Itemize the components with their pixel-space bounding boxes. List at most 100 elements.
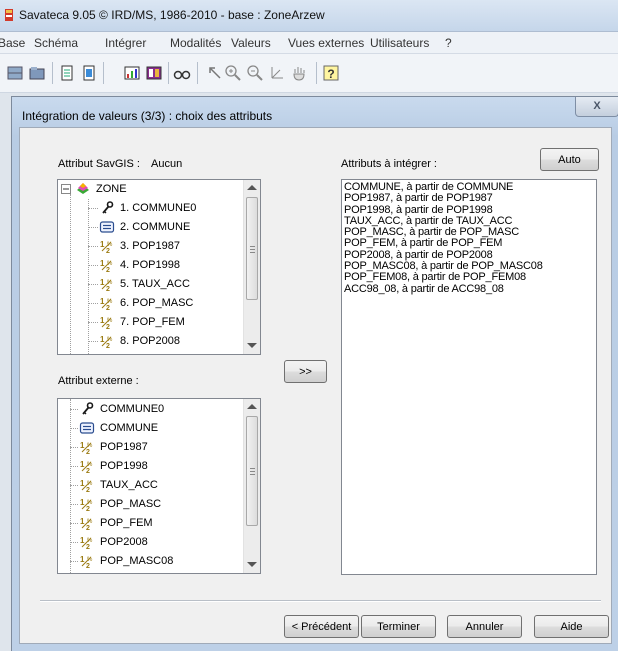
tree-item[interactable]: 2. COMMUNE: [99, 218, 190, 237]
tool-glasses-icon[interactable]: [173, 64, 191, 82]
integration-dialog: Intégration de valeurs (3/3) : choix des…: [11, 96, 618, 651]
svg-text:1: 1: [80, 460, 85, 469]
savgis-attribute-tree[interactable]: ZONE 1. COMMUNE0 2. COMMUNE 1% 2 3. POP1987 1…: [57, 179, 261, 355]
number-icon: 1%2: [100, 316, 113, 330]
svg-text:1: 1: [80, 441, 85, 450]
integrate-list-item[interactable]: ACC98_08, à partir de ACC98_08: [344, 283, 596, 295]
tool-folder-icon[interactable]: [28, 64, 46, 82]
svg-text:2: 2: [106, 343, 110, 349]
scroll-thumb[interactable]: [246, 197, 258, 300]
menu-utilisateurs[interactable]: Utilisateurs: [370, 36, 429, 50]
external-list-item[interactable]: 1% 2 POP_MASC08: [79, 552, 173, 571]
tree-scrollbar[interactable]: [243, 180, 260, 354]
help-button[interactable]: Aide: [534, 615, 609, 638]
external-list-item[interactable]: 1% 2 POP_MASC: [79, 495, 161, 514]
tool-chart-icon[interactable]: [123, 64, 141, 82]
number-icon: 1%2: [80, 479, 93, 493]
svg-text:1: 1: [100, 335, 105, 344]
svg-text:1: 1: [80, 555, 85, 564]
integrate-attributes-list[interactable]: COMMUNE, à partir de COMMUNE POP1987, à p…: [341, 179, 597, 575]
tree-item-label: 9. POP_MASC08: [120, 354, 206, 355]
auto-button[interactable]: Auto: [540, 148, 599, 171]
number-icon: 1%2: [100, 297, 113, 311]
scroll-down-icon[interactable]: [247, 562, 257, 567]
external-list-item[interactable]: 1% 2 POP1998: [79, 457, 148, 476]
tree-item[interactable]: 1% 2 8. POP2008: [99, 332, 180, 351]
tool-doc-icon[interactable]: [58, 64, 76, 82]
dialog-close-button[interactable]: X: [575, 97, 618, 117]
number-icon: 1%2: [80, 536, 93, 550]
tool-hand-icon[interactable]: [290, 64, 308, 82]
integrate-list-item[interactable]: POP1987, à partir de POP1987: [344, 192, 596, 204]
external-list-item[interactable]: 1% 2 POP1987: [79, 438, 148, 457]
key-icon: [102, 201, 114, 214]
menu-integrer[interactable]: Intégrer: [105, 36, 146, 50]
add-button[interactable]: >>: [284, 360, 327, 383]
number-icon: 1%2: [100, 259, 113, 273]
external-list-item[interactable]: 1% 2 POP_FEM: [79, 514, 153, 533]
external-item-label: POP2008: [100, 536, 148, 548]
footer-separator: [40, 600, 601, 602]
tool-help-icon[interactable]: ?: [322, 64, 340, 82]
scroll-down-icon[interactable]: [247, 343, 257, 348]
external-list-item[interactable]: COMMUNE0: [79, 400, 164, 419]
tool-table-icon[interactable]: [145, 64, 163, 82]
number-icon: 1%2: [99, 352, 115, 355]
number-icon: 1%2: [100, 278, 113, 292]
dialog-title: Intégration de valeurs (3/3) : choix des…: [22, 109, 273, 123]
tree-item[interactable]: 1%2 9. POP_MASC08: [99, 351, 206, 355]
external-list-item[interactable]: 1% 2 TAUX_ACC: [79, 476, 158, 495]
svg-text:1: 1: [80, 479, 85, 488]
tree-item[interactable]: 1% 2 6. POP_MASC: [99, 294, 193, 313]
tree-root-zone[interactable]: ZONE: [75, 180, 127, 199]
tree-item[interactable]: 1% 2 4. POP1998: [99, 256, 180, 275]
menu-help[interactable]: ?: [445, 36, 452, 50]
integrate-list-item[interactable]: POP_FEM08, à partir de POP_FEM08: [344, 272, 596, 284]
tool-grid-icon[interactable]: [6, 64, 24, 82]
cancel-button[interactable]: Annuler: [447, 615, 522, 638]
tree-item[interactable]: 1% 2 7. POP_FEM: [99, 313, 185, 332]
previous-button[interactable]: < Précédent: [284, 615, 359, 638]
external-list-item[interactable]: COMMUNE: [79, 419, 158, 438]
svg-text:1: 1: [80, 517, 85, 526]
tree-root-label: ZONE: [96, 183, 127, 195]
tree-item-label: 4. POP1998: [120, 259, 180, 271]
dialog-client-area: Attribut SavGIS : Aucun ZONE 1. COMMUNE0…: [19, 127, 612, 644]
external-item-label: POP_FEM: [100, 517, 153, 529]
tool-doc-list-icon[interactable]: [80, 64, 98, 82]
menu-schema[interactable]: Schéma: [34, 36, 78, 50]
collapse-toggle-icon[interactable]: [61, 184, 71, 194]
svg-text:2: 2: [86, 525, 90, 531]
menu-valeurs[interactable]: Valeurs: [231, 36, 271, 50]
tool-zoom-out-icon[interactable]: [246, 64, 264, 82]
tool-pointer-icon[interactable]: [206, 64, 224, 82]
tree-item[interactable]: 1% 2 5. TAUX_ACC: [99, 275, 190, 294]
scroll-up-icon[interactable]: [247, 185, 257, 190]
tool-axis-icon[interactable]: [268, 64, 286, 82]
external-item-label: TAUX_ACC: [100, 479, 158, 491]
svg-text:2: 2: [106, 324, 110, 330]
external-list-scrollbar[interactable]: [243, 399, 260, 573]
tree-item[interactable]: 1% 2 3. POP1987: [99, 237, 180, 256]
number-icon: 1%2: [80, 441, 93, 455]
tool-zoom-in-icon[interactable]: [224, 64, 242, 82]
tree-item-label: 6. POP_MASC: [120, 297, 194, 309]
svg-text:1: 1: [100, 259, 105, 268]
number-icon: 1%2: [80, 517, 93, 531]
tree-item-label: 1. COMMUNE0: [120, 202, 197, 214]
finish-button[interactable]: Terminer: [361, 615, 436, 638]
toolbar: ?: [0, 54, 618, 93]
external-attribute-label: Attribut externe :: [58, 375, 139, 387]
menu-vues-externes[interactable]: Vues externes: [288, 36, 364, 50]
svg-text:1: 1: [100, 278, 105, 287]
menu-modalites[interactable]: Modalités: [170, 36, 221, 50]
svg-text:2: 2: [86, 449, 90, 455]
external-attribute-list[interactable]: COMMUNE0 COMMUNE 1% 2 POP1987 1% 2 POP1998 1% 2 TA…: [57, 398, 261, 574]
menu-base[interactable]: Base: [0, 36, 25, 50]
savgis-attribute-value: Aucun: [151, 158, 183, 170]
scroll-up-icon[interactable]: [247, 404, 257, 409]
tree-item[interactable]: 1. COMMUNE0: [99, 199, 196, 218]
external-list-item[interactable]: 1%2POP_FEM08: [79, 571, 165, 573]
scroll-thumb[interactable]: [246, 416, 258, 526]
external-list-item[interactable]: 1% 2 POP2008: [79, 533, 148, 552]
